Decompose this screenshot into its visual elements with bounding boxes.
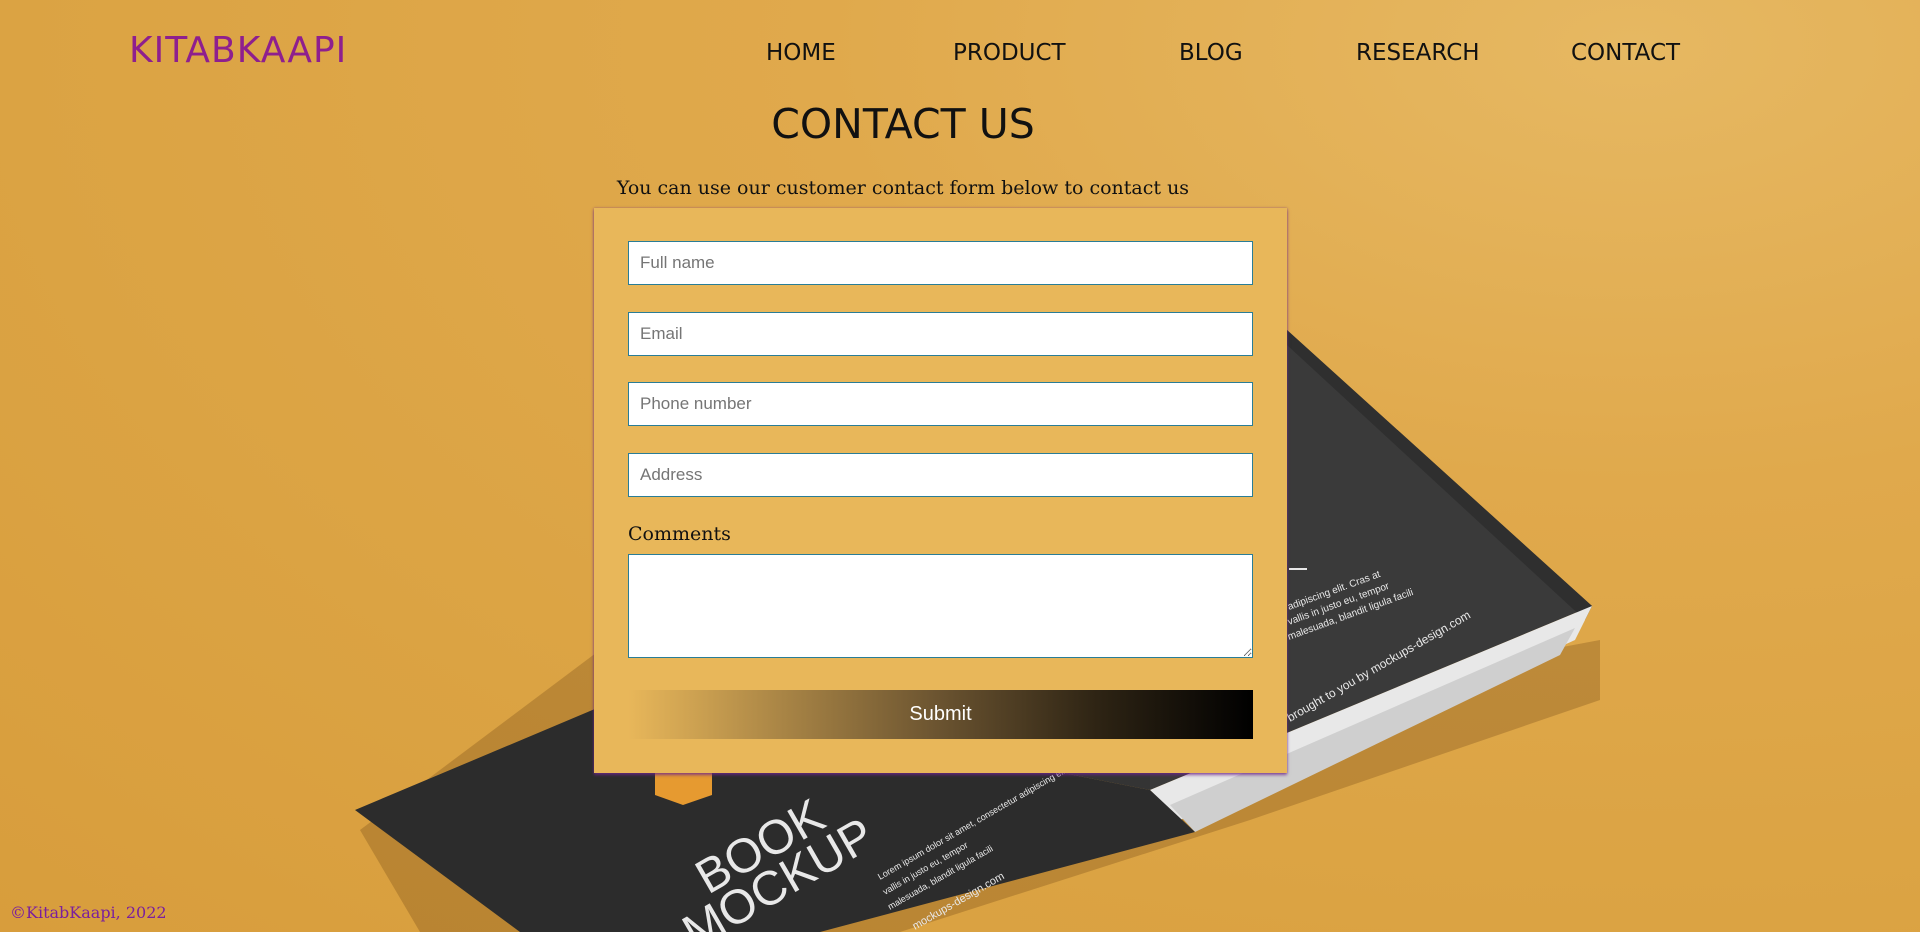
submit-button[interactable]: Submit [628, 690, 1253, 739]
copyright-text: ©KitabKaapi, 2022 [10, 903, 167, 922]
nav-item-home[interactable]: HOME [766, 40, 836, 66]
address-input[interactable] [628, 453, 1253, 497]
email-input[interactable] [628, 312, 1253, 356]
contact-form: Comments Submit [594, 208, 1287, 773]
page-subtitle: You can use our customer contact form be… [616, 177, 1190, 199]
nav-item-product[interactable]: PRODUCT [953, 40, 1066, 66]
nav-item-blog[interactable]: BLOG [1179, 40, 1243, 66]
nav-item-research[interactable]: RESEARCH [1356, 40, 1480, 66]
full-name-input[interactable] [628, 241, 1253, 285]
comments-label: Comments [628, 523, 731, 545]
phone-number-input[interactable] [628, 382, 1253, 426]
page-title: CONTACT US [771, 100, 1035, 148]
main-nav: HOME PRODUCT BLOG RESEARCH CONTACT [0, 40, 1920, 74]
comments-textarea[interactable] [628, 554, 1253, 658]
nav-item-contact[interactable]: CONTACT [1571, 40, 1680, 66]
